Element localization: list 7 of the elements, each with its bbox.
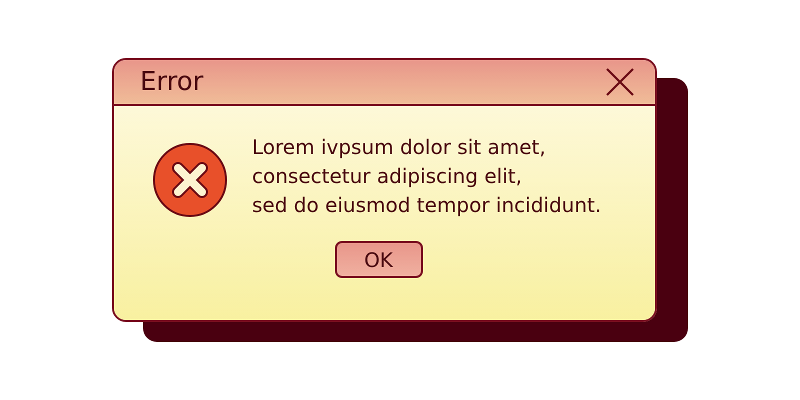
message-text: Lorem ivpsum dolor sit amet, (252, 134, 547, 161)
window-title: Error (140, 67, 204, 97)
error-icon (152, 142, 228, 218)
message-text: consectetur adipiscing elit, (252, 163, 523, 190)
message-text: sed do eiusmod tempor incididunt. (252, 192, 602, 219)
ok-button[interactable]: OK (334, 241, 422, 278)
close-icon[interactable] (605, 67, 635, 97)
